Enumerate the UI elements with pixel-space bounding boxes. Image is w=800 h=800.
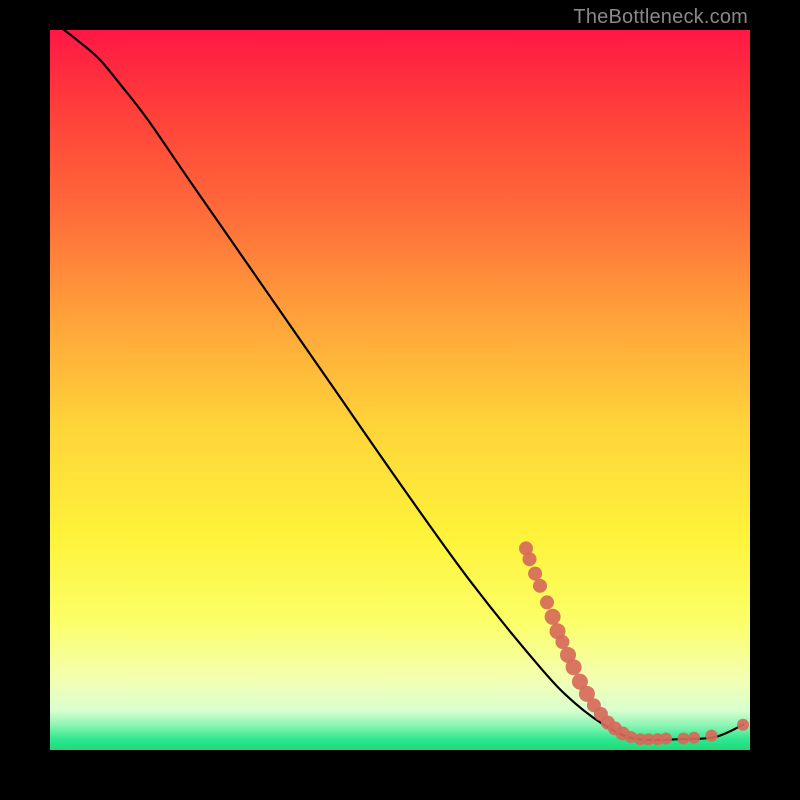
data-dot xyxy=(533,579,547,593)
data-dot xyxy=(555,635,569,649)
data-dot xyxy=(540,595,554,609)
data-dot xyxy=(566,659,582,675)
data-dot xyxy=(545,609,561,625)
chart-frame: TheBottleneck.com xyxy=(0,0,800,800)
data-dot xyxy=(523,552,537,566)
data-dot xyxy=(706,730,718,742)
data-dot xyxy=(528,567,542,581)
data-dot xyxy=(737,719,749,731)
gradient-background xyxy=(50,30,750,750)
plot-area xyxy=(50,30,750,750)
data-dot xyxy=(678,732,690,744)
data-dot xyxy=(688,732,700,744)
watermark-text: TheBottleneck.com xyxy=(573,6,748,29)
data-dot xyxy=(660,732,672,744)
chart-svg xyxy=(50,30,750,750)
